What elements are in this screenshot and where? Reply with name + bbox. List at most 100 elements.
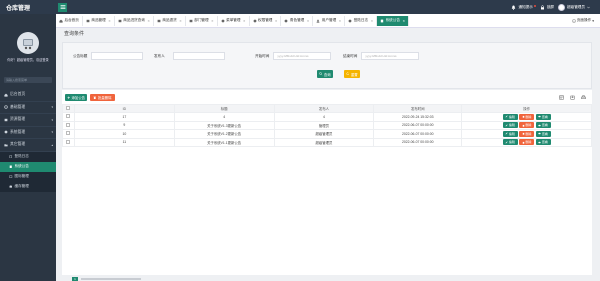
current-page[interactable]: 1 <box>72 277 78 281</box>
close-icon[interactable]: ✕ <box>243 19 246 23</box>
select-all-checkbox[interactable] <box>66 106 71 110</box>
start-time-input[interactable]: yyyy-MM-dd HH:mm:ss <box>273 52 332 60</box>
tab-label: 商品管理 <box>91 18 106 22</box>
edit-button[interactable]: 编辑 <box>502 113 518 120</box>
table-row[interactable]: 9 关于系统V1.3更新公告 管理员 2022-06-07 00:00:00 编… <box>62 120 592 130</box>
close-icon[interactable]: ✕ <box>275 19 278 23</box>
tab-goods[interactable]: 商品管理 ✕ <box>83 15 115 26</box>
title-label: 公告标题 <box>73 53 88 58</box>
menu-search-input[interactable]: 请输入搜索菜单 <box>4 77 52 83</box>
table-tools <box>559 95 586 100</box>
menu-toggle-button[interactable] <box>58 2 67 12</box>
operator-input[interactable] <box>172 52 225 60</box>
cell-id: 9 <box>73 120 175 130</box>
row-select[interactable] <box>62 120 75 130</box>
header-time: 发布时间 <box>373 104 463 113</box>
circle-down-icon <box>572 18 576 23</box>
sidebar-subitem-login-log[interactable]: 登陆日志 <box>0 151 56 162</box>
table-row[interactable]: 17 4 4 2022-09-24 15:32:03 编辑 删除 查看 <box>62 112 592 122</box>
search-button[interactable]: 查询 <box>317 70 333 78</box>
cell-ops: 编辑 删除 查看 <box>461 129 592 139</box>
user-avatar-icon <box>23 39 33 50</box>
sidebar-item-basic[interactable]: 基础管理 ▾ <box>0 102 56 114</box>
sidebar-subitem-notice[interactable]: 系统公告 <box>0 161 56 172</box>
row-select[interactable] <box>62 112 75 122</box>
notice-button[interactable]: 通知提示 <box>511 4 536 10</box>
edit-button[interactable]: 编辑 <box>502 130 518 137</box>
view-button[interactable]: 查看 <box>535 139 551 146</box>
edit-label: 编辑 <box>508 123 515 128</box>
tab-bar: 后台首页 商品管理 ✕ 商品进货查询 ✕ 商品退货 ✕ 部门管理 ✕ 菜单管理 ✕ 权限管… <box>56 14 600 28</box>
end-time-input[interactable]: yyyy-MM-dd HH:mm:ss <box>361 52 420 60</box>
title-input[interactable] <box>91 52 144 60</box>
sidebar-item-system[interactable]: 系统管理 ▾ <box>0 127 56 139</box>
sidebar-subitem-cache[interactable]: 缓存管理 <box>0 181 56 192</box>
close-icon[interactable]: ✕ <box>307 19 310 23</box>
close-icon[interactable]: ✕ <box>147 19 150 23</box>
tab-user[interactable]: 用户管理 ✕ <box>313 15 346 26</box>
tab-permission[interactable]: 权限管理 ✕ <box>250 15 282 26</box>
row-select[interactable] <box>62 129 75 139</box>
view-button[interactable]: 查看 <box>535 113 551 120</box>
add-notice-button[interactable]: 添加公告 <box>65 94 87 101</box>
delete-button[interactable]: 删除 <box>519 130 535 137</box>
header-select-all[interactable] <box>62 104 75 113</box>
table-row[interactable]: 11 关于系统V1.1更新公告 超级管理员 2022-06-07 00:00:0… <box>62 137 592 147</box>
tab-purchase-query[interactable]: 商品进货查询 ✕ <box>115 15 154 26</box>
delete-label: 删除 <box>525 131 532 136</box>
delete-button[interactable]: 删除 <box>519 139 535 146</box>
edit-label: 编辑 <box>508 140 515 145</box>
cell-ops: 编辑 删除 查看 <box>461 137 592 147</box>
table-row[interactable]: 10 关于系统V1.2更新公告 超级管理员 2022-06-07 00:00:0… <box>62 129 592 139</box>
sidebar-item-resource[interactable]: 资源管理 ▾ <box>0 114 56 127</box>
lock-label: 锁屏 <box>546 4 555 9</box>
add-notice-label: 添加公告 <box>71 96 86 100</box>
close-icon[interactable]: ✕ <box>211 19 214 23</box>
tab-label: 角色管理 <box>289 18 305 22</box>
sidebar-subitem-icons[interactable]: 图标管理 <box>0 171 56 182</box>
row-checkbox[interactable] <box>66 139 71 144</box>
tab-home[interactable]: 后台首页 <box>56 15 83 26</box>
edit-button[interactable]: 编辑 <box>502 122 518 129</box>
export-icon[interactable] <box>570 95 575 100</box>
columns-icon[interactable] <box>559 95 564 100</box>
tab-notice[interactable]: 系统公告 ✕ <box>377 15 409 26</box>
row-checkbox[interactable] <box>66 114 71 119</box>
edit-label: 编辑 <box>508 114 515 119</box>
end-time-field: 结束时间 yyyy-MM-dd HH:mm:ss <box>343 52 420 60</box>
user-menu[interactable]: 超级管理员 <box>558 3 590 11</box>
tab-label: 用户管理 <box>321 18 337 22</box>
edit-button[interactable]: 编辑 <box>502 139 518 146</box>
lock-screen-button[interactable]: 锁屏 <box>540 5 554 10</box>
close-icon[interactable]: ✕ <box>179 19 182 23</box>
gear-icon <box>4 105 8 109</box>
sidebar-item-home[interactable]: 后台首页 <box>0 89 56 102</box>
row-checkbox[interactable] <box>66 131 71 136</box>
reset-button[interactable]: 重置 <box>344 70 360 78</box>
table-panel: 添加公告 批量删除 ID 标题 发布人 发布时间 操作 17 4 4 2022-… <box>62 90 592 275</box>
tab-login-log[interactable]: 登陆日志 ✕ <box>345 15 378 26</box>
row-checkbox[interactable] <box>66 122 71 127</box>
tab-menu[interactable]: 菜单管理 ✕ <box>218 15 250 26</box>
row-select[interactable] <box>62 137 75 147</box>
close-icon[interactable]: ✕ <box>402 19 405 23</box>
delete-button[interactable]: 删除 <box>519 122 535 129</box>
close-icon[interactable]: ✕ <box>371 19 374 23</box>
tab-dept[interactable]: 部门管理 ✕ <box>186 15 218 26</box>
print-icon[interactable] <box>581 95 586 100</box>
page-ops-dropdown[interactable]: 页面操作 ▾ <box>572 18 594 23</box>
close-icon[interactable]: ✕ <box>108 19 111 23</box>
chevron-down-icon: ▾ <box>592 18 594 23</box>
tab-label: 菜单管理 <box>226 18 241 22</box>
top-bar: 仓库管理 通知提示 锁屏 超级管理员 <box>0 0 600 14</box>
sidebar-item-other[interactable]: 其它管理 ▴ <box>0 139 56 152</box>
batch-delete-button[interactable]: 批量删除 <box>90 94 115 101</box>
delete-button[interactable]: 删除 <box>519 113 535 120</box>
close-icon[interactable]: ✕ <box>339 19 342 23</box>
dept-icon <box>189 19 193 22</box>
tab-return[interactable]: 商品退货 ✕ <box>154 15 186 26</box>
tab-label: 部门管理 <box>194 18 209 22</box>
view-button[interactable]: 查看 <box>535 122 551 129</box>
tab-role[interactable]: 角色管理 ✕ <box>281 15 314 26</box>
view-button[interactable]: 查看 <box>535 130 551 137</box>
